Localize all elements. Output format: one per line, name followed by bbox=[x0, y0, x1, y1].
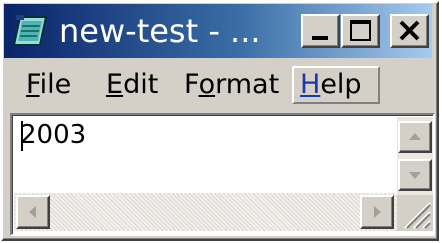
text-caret bbox=[21, 121, 23, 151]
scroll-left-arrow-icon bbox=[29, 206, 36, 218]
vertical-scrollbar[interactable] bbox=[397, 117, 433, 195]
horizontal-scrollbar[interactable] bbox=[14, 193, 397, 231]
scroll-right-button[interactable] bbox=[360, 195, 394, 229]
scroll-down-arrow-icon bbox=[409, 172, 421, 179]
menu-format[interactable]: Format bbox=[178, 66, 285, 104]
menu-help[interactable]: Help bbox=[292, 66, 380, 104]
maximize-button[interactable] bbox=[341, 14, 380, 48]
menu-edit-label: dit bbox=[123, 69, 159, 100]
scroll-up-arrow-icon bbox=[409, 133, 421, 140]
resize-grip-icon bbox=[404, 202, 431, 229]
scroll-left-button[interactable] bbox=[16, 195, 50, 229]
resize-grip[interactable] bbox=[397, 195, 433, 231]
menu-help-label: elp bbox=[320, 69, 362, 100]
minimize-icon bbox=[312, 36, 328, 40]
menu-format-prefix: F bbox=[184, 69, 199, 100]
text-editor[interactable]: 2003 bbox=[10, 113, 435, 236]
title-bar[interactable]: new-test - ... bbox=[4, 4, 432, 58]
notepad-icon[interactable] bbox=[10, 13, 50, 49]
menu-bar: File Edit Format Help bbox=[4, 62, 432, 106]
scroll-down-button[interactable] bbox=[398, 159, 432, 191]
minimize-button[interactable] bbox=[301, 14, 340, 48]
menu-file-label: ile bbox=[39, 69, 72, 100]
menu-edit-mnemonic: E bbox=[106, 69, 124, 100]
menu-format-mnemonic: o bbox=[198, 69, 216, 100]
menu-help-mnemonic: H bbox=[300, 69, 321, 100]
close-button[interactable] bbox=[390, 14, 429, 48]
close-icon bbox=[399, 20, 420, 41]
scroll-up-button[interactable] bbox=[398, 121, 432, 153]
menu-format-label: rmat bbox=[215, 69, 280, 100]
menu-file-mnemonic: F bbox=[26, 69, 40, 100]
maximize-icon bbox=[350, 20, 371, 41]
window-title: new-test - ... bbox=[59, 12, 261, 50]
editor-content[interactable]: 2003 bbox=[20, 119, 86, 151]
menu-file[interactable]: File bbox=[20, 66, 77, 104]
scroll-right-arrow-icon bbox=[374, 206, 381, 218]
menu-edit[interactable]: Edit bbox=[100, 66, 164, 104]
